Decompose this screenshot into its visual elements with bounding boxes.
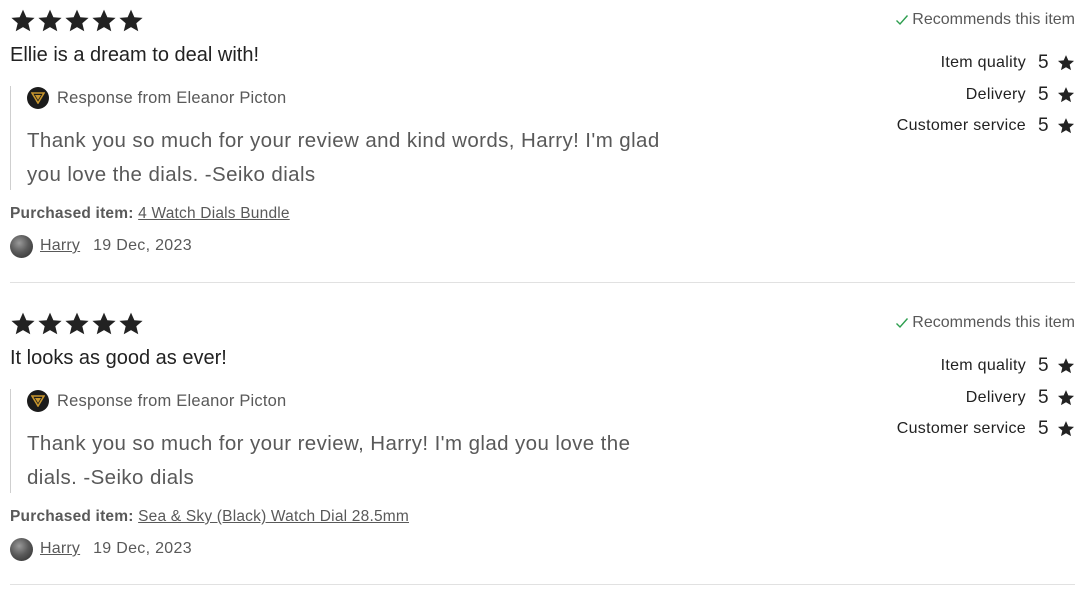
review-title: It looks as good as ever! <box>10 347 227 369</box>
star-icon <box>38 9 62 32</box>
star-icon <box>1057 421 1075 437</box>
review-date: 19 Dec, 2023 <box>93 540 192 557</box>
purchased-label: Purchased item: <box>10 508 134 525</box>
star-icon <box>1057 390 1075 406</box>
reviewer-info: Harry 19 Dec, 2023 <box>10 234 192 258</box>
rating-value: 5 <box>1038 84 1049 105</box>
response-from: Response from Eleanor Picton <box>57 88 287 107</box>
star-icon <box>65 9 89 32</box>
rating-label: Delivery <box>965 86 1026 103</box>
recommends-badge: Recommends this item <box>895 11 1075 29</box>
star-icon <box>1057 358 1075 374</box>
response-text: Thank you so much for your review and ki… <box>27 129 660 186</box>
rating-label: Customer service <box>896 117 1026 134</box>
star-icon <box>1057 118 1075 134</box>
response-from: Response from Eleanor Picton <box>57 391 287 410</box>
rating-label: Item quality <box>940 357 1026 374</box>
recommends-badge: Recommends this item <box>895 314 1075 332</box>
response-header: Response from Eleanor Picton <box>27 86 286 110</box>
star-icon <box>119 9 143 32</box>
star-icon <box>92 9 116 32</box>
rating-value: 5 <box>1038 355 1049 376</box>
rating-value: 5 <box>1038 387 1049 408</box>
recommends-text: Recommends this item <box>912 314 1075 331</box>
response-text: Thank you so much for your review, Harry… <box>27 432 631 489</box>
overall-rating-stars <box>10 8 144 34</box>
rating-row-item-quality: Item quality 5 <box>941 355 1075 377</box>
rating-row-customer-service: Customer service 5 <box>897 418 1075 440</box>
rating-value: 5 <box>1038 418 1049 439</box>
rating-row-delivery: Delivery 5 <box>966 84 1075 106</box>
review-card: Ellie is a dream to deal with! Response … <box>10 8 1075 278</box>
review-divider <box>10 584 1075 585</box>
shop-logo-icon <box>27 87 49 109</box>
rating-row-item-quality: Item quality 5 <box>941 52 1075 74</box>
purchased-item-link[interactable]: 4 Watch Dials Bundle <box>138 205 290 222</box>
seller-response: Response from Eleanor Picton Thank you s… <box>10 389 671 493</box>
reviewer-name-link[interactable]: Harry <box>40 237 80 255</box>
star-icon <box>119 312 143 335</box>
review-divider <box>10 282 1075 283</box>
rating-row-delivery: Delivery 5 <box>966 387 1075 409</box>
purchased-label: Purchased item: <box>10 205 134 222</box>
review-date: 19 Dec, 2023 <box>93 237 192 254</box>
rating-label: Customer service <box>896 420 1026 437</box>
star-icon <box>65 312 89 335</box>
purchased-item-link[interactable]: Sea & Sky (Black) Watch Dial 28.5mm <box>138 508 409 525</box>
reviewer-info: Harry 19 Dec, 2023 <box>10 537 192 561</box>
overall-rating-stars <box>10 311 144 337</box>
star-icon <box>11 9 35 32</box>
rating-label: Delivery <box>965 389 1026 406</box>
rating-row-customer-service: Customer service 5 <box>897 115 1075 137</box>
star-icon <box>11 312 35 335</box>
purchased-item: Purchased item: Sea & Sky (Black) Watch … <box>10 508 409 526</box>
response-header: Response from Eleanor Picton <box>27 389 286 413</box>
reviewer-name-link[interactable]: Harry <box>40 540 80 558</box>
avatar[interactable] <box>10 537 33 561</box>
purchased-item: Purchased item: 4 Watch Dials Bundle <box>10 205 290 223</box>
star-icon <box>1057 55 1075 71</box>
avatar[interactable] <box>10 234 33 258</box>
seller-response: Response from Eleanor Picton Thank you s… <box>10 86 671 190</box>
star-icon <box>92 312 116 335</box>
check-icon <box>896 15 909 26</box>
rating-label: Item quality <box>940 54 1026 71</box>
shop-logo-icon <box>27 390 49 412</box>
check-icon <box>896 318 909 329</box>
star-icon <box>1057 87 1075 103</box>
review-title: Ellie is a dream to deal with! <box>10 44 260 66</box>
star-icon <box>38 312 62 335</box>
rating-value: 5 <box>1038 52 1049 73</box>
rating-value: 5 <box>1038 115 1049 136</box>
review-card: It looks as good as ever! Response from … <box>10 311 1075 581</box>
recommends-text: Recommends this item <box>912 11 1075 28</box>
